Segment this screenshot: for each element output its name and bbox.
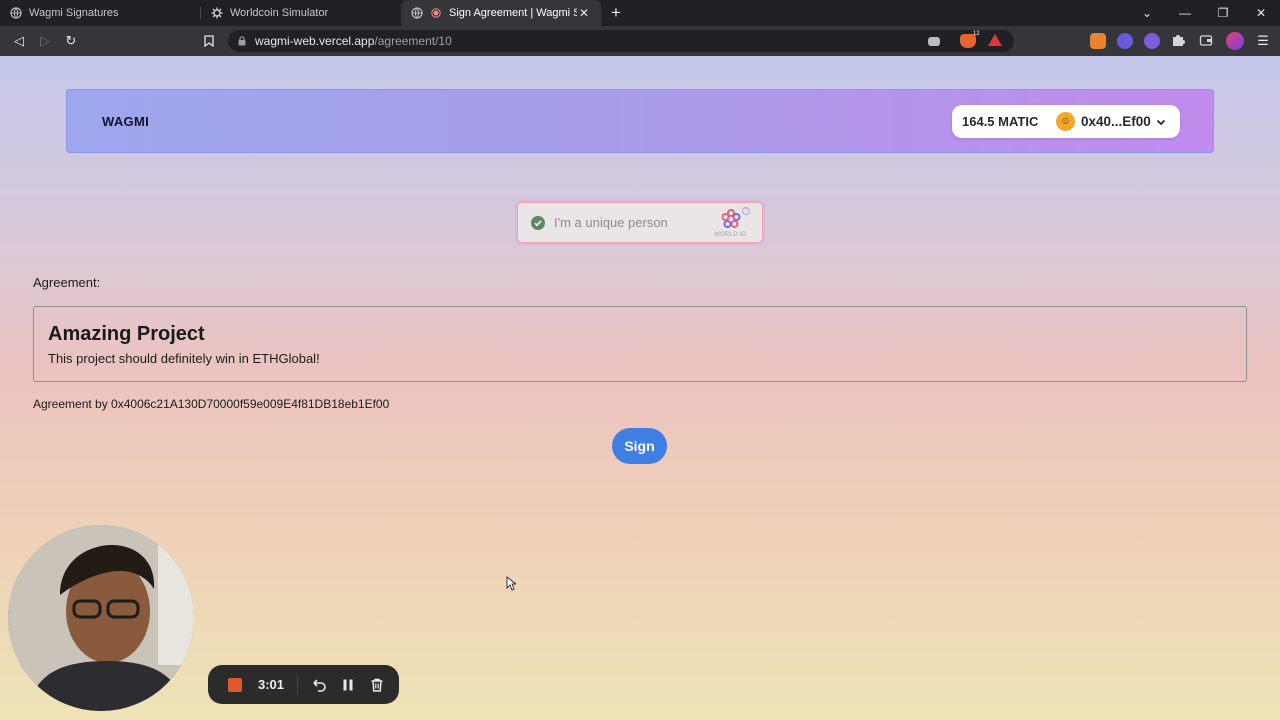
bookmark-icon[interactable] — [196, 26, 222, 56]
lock-icon — [238, 36, 246, 46]
url-host: wagmi-web.vercel.app — [255, 34, 375, 48]
agreement-author: Agreement by 0x4006c21A130D70000f59e009E… — [33, 397, 390, 411]
screen-recorder-bar: 3:01 — [208, 665, 399, 704]
trash-icon[interactable] — [369, 677, 385, 693]
sign-button[interactable]: Sign — [612, 428, 667, 464]
new-tab-button[interactable]: + — [603, 0, 629, 26]
maximize-icon[interactable]: ❐ — [1204, 0, 1242, 26]
close-tab-icon[interactable]: ✕ — [577, 6, 591, 20]
gear-icon — [211, 7, 223, 19]
minimize-icon[interactable]: — — [1166, 0, 1204, 26]
close-window-icon[interactable]: ✕ — [1242, 0, 1280, 26]
brave-rewards-icon[interactable] — [988, 34, 1002, 46]
reload-icon[interactable]: ↻ — [58, 26, 84, 56]
agreement-title: Amazing Project — [48, 323, 205, 345]
agreement-label: Agreement: — [33, 275, 101, 290]
account-address: 0x40...Ef00 — [1081, 114, 1151, 129]
world-id-label: I'm a unique person — [554, 215, 668, 230]
extension-wallet-icon[interactable] — [1117, 33, 1133, 49]
pause-icon[interactable] — [340, 677, 356, 693]
tab-search-icon[interactable]: ⌄ — [1128, 0, 1166, 26]
metamask-icon[interactable] — [1090, 33, 1106, 49]
account-button[interactable]: ☺ 0x40...Ef00 — [1053, 108, 1173, 135]
tab-sign-agreement[interactable]: Sign Agreement | Wagmi Signa ✕ — [401, 0, 601, 26]
agreement-body: This project should definitely win in ET… — [48, 351, 320, 366]
wallet-balance: 164.5 MATIC — [962, 114, 1039, 129]
world-id-widget[interactable]: I'm a unique person ? WORLD ID — [515, 200, 765, 245]
wallet-button[interactable]: 164.5 MATIC ☺ 0x40...Ef00 — [952, 105, 1180, 138]
account-avatar-icon: ☺ — [1056, 112, 1075, 131]
wallet-icon[interactable] — [1199, 33, 1215, 49]
undo-icon[interactable] — [311, 677, 327, 693]
chevron-down-icon — [1156, 119, 1165, 125]
globe-icon — [411, 7, 423, 19]
menu-icon[interactable]: ☰ — [1250, 26, 1276, 56]
check-circle-icon — [531, 216, 545, 230]
tab-bar: Wagmi Signatures Worldcoin Simulator Sig… — [0, 0, 1280, 26]
world-id-badge: WORLD ID — [714, 232, 747, 238]
profile-avatar-icon[interactable] — [1226, 32, 1244, 50]
address-bar[interactable]: wagmi-web.vercel.app/agreement/10 12 — [228, 30, 1014, 52]
forward-icon[interactable]: ▷ — [32, 26, 58, 56]
url-text: wagmi-web.vercel.app/agreement/10 — [255, 34, 452, 48]
webcam-preview[interactable] — [8, 525, 194, 711]
tab-worldcoin-simulator[interactable]: Worldcoin Simulator — [201, 0, 401, 26]
tab-title: Sign Agreement | Wagmi Signa — [449, 7, 577, 19]
shield-count: 12 — [973, 31, 980, 37]
app-header: WAGMI 164.5 MATIC ☺ 0x40...Ef00 — [66, 89, 1214, 153]
url-path: /agreement/10 — [374, 34, 452, 48]
recording-dot-icon — [430, 7, 442, 19]
presenter-silhouette-icon — [8, 525, 194, 711]
recorder-divider — [297, 674, 299, 695]
mouse-cursor-icon — [506, 576, 516, 591]
camera-icon[interactable] — [928, 37, 940, 46]
tab-title: Worldcoin Simulator — [230, 7, 329, 19]
help-icon[interactable]: ? — [742, 207, 750, 215]
browser-toolbar: ◁ ▷ ↻ wagmi-web.vercel.app/agreement/10 … — [0, 26, 1280, 56]
recording-timer: 3:01 — [258, 677, 285, 692]
tab-wagmi-signatures[interactable]: Wagmi Signatures — [0, 0, 200, 26]
world-id-logo-icon — [721, 209, 741, 228]
tab-title: Wagmi Signatures — [29, 7, 119, 19]
globe-icon — [10, 7, 22, 19]
extensions-puzzle-icon[interactable] — [1171, 33, 1187, 49]
extension-star-icon[interactable] — [1144, 33, 1160, 49]
back-icon[interactable]: ◁ — [6, 26, 32, 56]
stop-recording-button[interactable] — [228, 677, 242, 692]
window-controls: ⌄ — ❐ ✕ — [1128, 0, 1280, 26]
brand-logo[interactable]: WAGMI — [102, 114, 149, 129]
agreement-card: Amazing Project This project should defi… — [33, 306, 1247, 382]
